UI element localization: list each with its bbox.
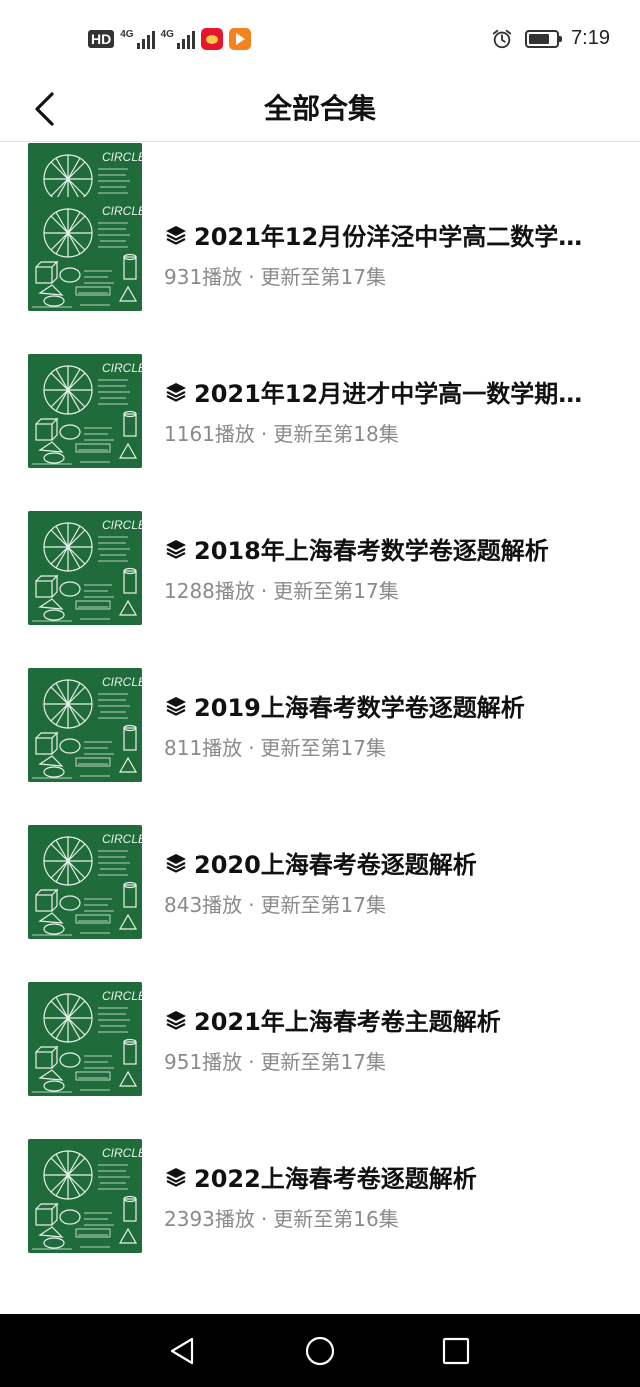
video-app-icon [228, 28, 251, 50]
nav-back-button[interactable] [162, 1332, 202, 1370]
thumbnail-label: CIRCLE [102, 675, 142, 689]
play-count: 1288播放 [164, 579, 255, 603]
collection-item[interactable]: CIRCLE 2021年12月进才中学高一数学期末卷逐题解析 1161播放·更新至… [0, 354, 640, 511]
recents-square-icon [442, 1337, 470, 1365]
thumbnail-label: CIRCLE [102, 832, 142, 846]
thumbnail-label: CIRCLE [102, 1146, 142, 1160]
collection-title-text: 2021年12月进才中学高一数学期末卷逐题解析 [194, 380, 584, 408]
collection-title-text: 2018年上海春考数学卷逐题解析 [194, 537, 549, 565]
collection-item[interactable]: CIRCLE 2022上海春考卷逐题解析 2393播放 · 更新至第16集 [0, 1139, 640, 1296]
play-count: 811播放 [164, 736, 243, 760]
nav-home-button[interactable] [300, 1332, 340, 1370]
battery-level [529, 33, 549, 44]
signal-icon: 4G [161, 29, 195, 49]
network-type-label: 4G [120, 29, 134, 40]
play-count: 931播放 [164, 265, 243, 289]
home-circle-icon [305, 1336, 335, 1366]
play-count: 843播放 [164, 893, 243, 917]
thumbnail-label: CIRCLE [102, 204, 142, 218]
collection-title: 2021年上海春考卷主题解析 [164, 1002, 584, 1037]
collection-thumbnail: CIRCLE [28, 354, 142, 468]
weibo-app-icon [200, 28, 223, 50]
hd-badge: HD [88, 30, 115, 48]
collection-title-text: 2021年上海春考卷主题解析 [194, 1008, 501, 1036]
back-triangle-icon [170, 1337, 194, 1365]
play-count: 2393播放 [164, 1207, 255, 1231]
status-left: HD 4G 4G [88, 28, 251, 50]
layers-icon [166, 1167, 186, 1187]
thumbnail-label: CIRCLE [102, 989, 142, 1003]
collection-title: 2021年12月份洋泾中学高二数学期末卷逐题解析 [164, 217, 584, 252]
collection-item[interactable]: CIRCLE 2018年上海春考数学卷逐题解析 1288播放 · 更新至第17集 [0, 511, 640, 668]
collection-item[interactable]: CIRCLE 2019上海春考数学卷逐题解析 811播放 · 更新至第17集 [0, 668, 640, 825]
collection-thumbnail: CIRCLE [28, 668, 142, 782]
layers-icon [166, 225, 186, 245]
app-header: 全部合集 [0, 78, 640, 142]
update-status: 更新至第17集 [260, 265, 386, 289]
meta-separator: · [248, 736, 255, 760]
page-title: 全部合集 [263, 92, 376, 125]
battery-icon [525, 29, 563, 48]
layers-icon [166, 382, 186, 402]
layers-icon [166, 696, 186, 716]
collection-thumbnail: CIRCLE [28, 511, 142, 625]
play-count: 1161播放 [164, 422, 255, 446]
collection-meta: 843播放 · 更新至第17集 [164, 889, 386, 918]
thumbnail-label: CIRCLE [102, 361, 142, 375]
update-status: 更新至第17集 [260, 893, 386, 917]
meta-separator: · [248, 893, 255, 917]
thumbnail-label: CIRCLE [102, 150, 142, 164]
collection-meta: 931播放 · 更新至第17集 [164, 261, 386, 290]
collection-item[interactable]: CIRCLE 2021年上海春考卷主题解析 951播放 · 更新至第17集 [0, 982, 640, 1139]
collection-title: 2019上海春考数学卷逐题解析 [164, 688, 584, 723]
thumbnail-label: CIRCLE [102, 518, 142, 532]
collection-thumbnail: CIRCLE [28, 1139, 142, 1253]
update-status: 更新至第16集 [273, 1207, 399, 1231]
nav-recents-button[interactable] [436, 1332, 476, 1370]
collection-title-text: 2022上海春考卷逐题解析 [194, 1165, 477, 1193]
meta-separator: · [260, 422, 268, 446]
collection-meta: 2393播放 · 更新至第16集 [164, 1203, 399, 1232]
status-time: 7:19 [571, 27, 610, 49]
collection-item[interactable]: CIRCLE 2020上海春考卷逐题解析 843播放 · 更新至第17集 [0, 825, 640, 982]
meta-separator: · [260, 579, 268, 603]
system-nav-bar [0, 1314, 640, 1387]
collection-meta: 951播放 · 更新至第17集 [164, 1046, 386, 1075]
meta-separator: · [248, 1050, 255, 1074]
layers-icon [166, 1010, 186, 1030]
collection-list[interactable]: CIRCLE CIRCLE 2021年12月份洋泾中学高二数学期末卷逐题解 [0, 143, 640, 1313]
collection-item[interactable]: CIRCLE 2021年12月份洋泾中学高二数学期末卷逐题解析 931播放·更新至… [0, 197, 640, 354]
update-status: 更新至第17集 [273, 579, 399, 603]
play-count: 951播放 [164, 1050, 243, 1074]
collection-title: 2018年上海春考数学卷逐题解析 [164, 531, 584, 566]
alarm-icon [492, 29, 512, 48]
collection-title-text: 2020上海春考卷逐题解析 [194, 851, 477, 879]
collection-thumbnail: CIRCLE [28, 825, 142, 939]
collection-title-text: 2019上海春考数学卷逐题解析 [194, 694, 525, 722]
collection-title: 2021年12月进才中学高一数学期末卷逐题解析 [164, 374, 584, 409]
update-status: 更新至第17集 [260, 1050, 386, 1074]
layers-icon [166, 853, 186, 873]
collection-meta: 1288播放 · 更新至第17集 [164, 575, 399, 604]
collection-title: 2022上海春考卷逐题解析 [164, 1159, 584, 1194]
collection-title-text: 2021年12月份洋泾中学高二数学期末卷逐题解析 [194, 223, 584, 251]
meta-separator: · [248, 265, 255, 289]
status-right: 7:19 [491, 27, 610, 50]
collection-meta: 811播放 · 更新至第17集 [164, 732, 386, 761]
collection-thumbnail: CIRCLE [28, 982, 142, 1096]
network-type-label: 4G [160, 29, 174, 40]
collection-meta: 1161播放 · 更新至第18集 [164, 418, 399, 447]
status-bar: HD 4G 4G 7:19 [0, 0, 640, 78]
collection-thumbnail: CIRCLE [28, 197, 142, 311]
update-status: 更新至第18集 [273, 422, 399, 446]
signal-icon: 4G [120, 29, 155, 49]
meta-separator: · [260, 1207, 268, 1231]
collection-title: 2020上海春考卷逐题解析 [164, 845, 584, 880]
layers-icon [166, 539, 186, 559]
update-status: 更新至第17集 [260, 736, 386, 760]
